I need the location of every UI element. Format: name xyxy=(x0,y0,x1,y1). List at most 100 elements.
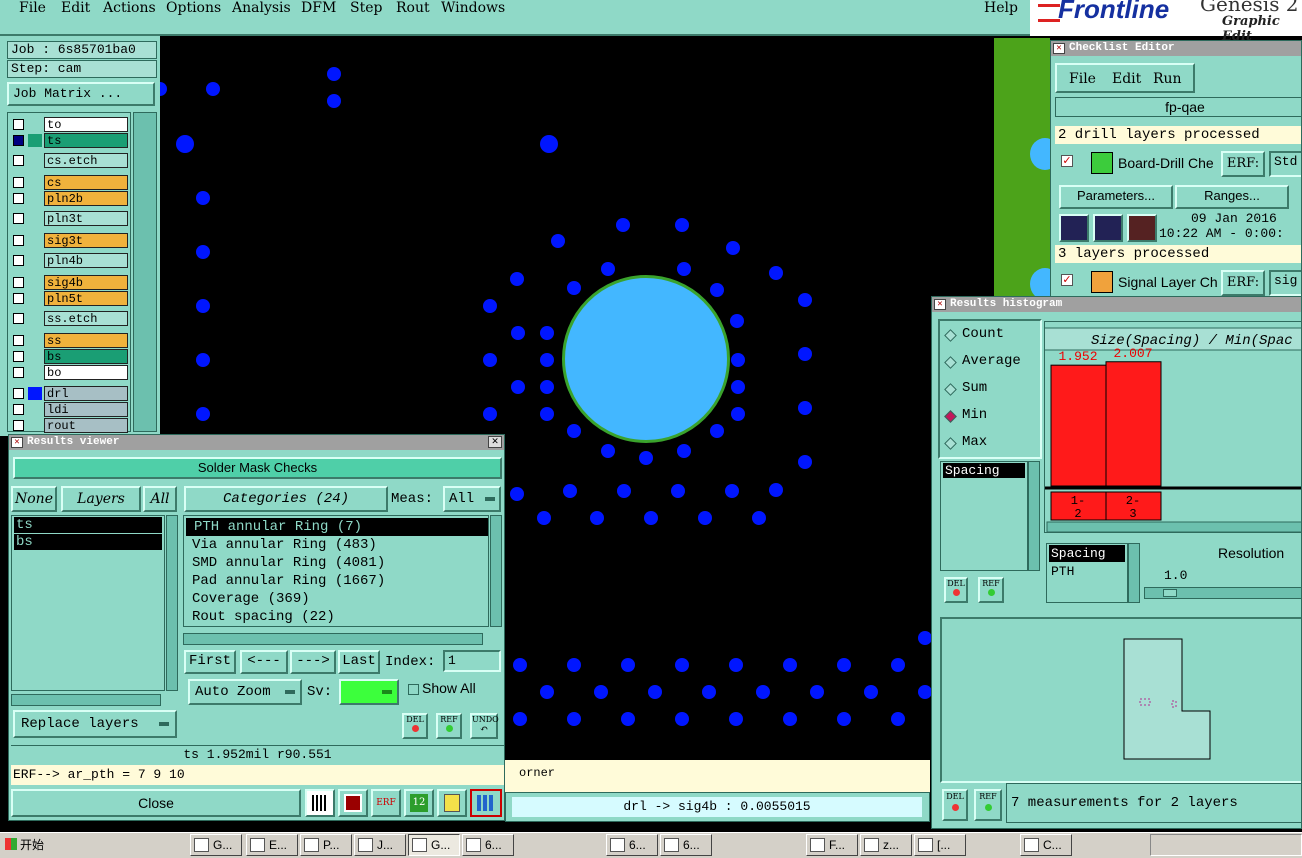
pad[interactable] xyxy=(513,658,527,672)
pad[interactable] xyxy=(731,353,745,367)
pad[interactable] xyxy=(810,685,824,699)
window-menu-icon[interactable]: ✕ xyxy=(11,437,23,448)
all-button[interactable]: All xyxy=(143,486,177,512)
layer-checkbox[interactable] xyxy=(13,235,24,246)
pad[interactable] xyxy=(513,712,527,726)
pad[interactable] xyxy=(731,380,745,394)
layer-row-ldi[interactable]: ldi xyxy=(10,402,128,417)
pad[interactable] xyxy=(731,407,745,421)
histogram-titlebar[interactable]: ✕ Results histogram xyxy=(932,297,1301,312)
pad[interactable] xyxy=(510,487,524,501)
erf-value-1[interactable]: Std xyxy=(1269,151,1301,177)
ref-button[interactable]: REF xyxy=(436,713,462,739)
pad[interactable] xyxy=(730,314,744,328)
menu-file[interactable]: File xyxy=(19,0,46,17)
menu-step[interactable]: Step xyxy=(350,0,382,17)
pad[interactable] xyxy=(675,218,689,232)
taskbar-item[interactable]: J... xyxy=(354,834,406,856)
layer-checkbox[interactable] xyxy=(13,277,24,288)
histogram-list-1-scroll[interactable] xyxy=(1028,461,1040,571)
pad[interactable] xyxy=(483,299,497,313)
close-button[interactable]: Close xyxy=(11,789,301,817)
undo-button[interactable]: UNDO ↶ xyxy=(470,713,499,739)
pad[interactable] xyxy=(196,299,210,313)
pad[interactable] xyxy=(567,658,581,672)
category-list[interactable]: PTH annular Ring (7) Via annular Ring (48… xyxy=(183,515,489,627)
stat-option-min[interactable]: Min xyxy=(944,406,1038,428)
layer-row-to[interactable]: to xyxy=(10,117,128,132)
menu-help[interactable]: Help xyxy=(984,0,1018,17)
pad[interactable] xyxy=(702,685,716,699)
category-item[interactable]: Rout spacing (22) xyxy=(184,608,488,626)
pad[interactable] xyxy=(567,712,581,726)
pth-pad[interactable] xyxy=(562,275,730,443)
pad[interactable] xyxy=(710,424,724,438)
pad[interactable] xyxy=(601,262,615,276)
layer-color-swatch[interactable] xyxy=(28,312,42,325)
prev-button[interactable]: <--- xyxy=(240,650,288,674)
pad[interactable] xyxy=(590,511,604,525)
index-input[interactable]: 1 xyxy=(443,650,501,672)
menu-edit[interactable]: Edit xyxy=(61,0,90,17)
taskbar-item[interactable]: 6... xyxy=(462,834,514,856)
pad[interactable] xyxy=(798,293,812,307)
pad[interactable] xyxy=(729,658,743,672)
taskbar-item[interactable]: F... xyxy=(806,834,858,856)
pad[interactable] xyxy=(710,283,724,297)
layer-row-drl[interactable]: drl xyxy=(10,386,128,401)
replace-layers-button[interactable]: Replace layers xyxy=(13,710,177,738)
parameters-button[interactable]: Parameters... xyxy=(1059,185,1173,209)
result-layer-item[interactable]: ts xyxy=(14,517,162,533)
layer-color-swatch[interactable] xyxy=(28,192,42,205)
pad[interactable] xyxy=(752,511,766,525)
stat-option-count[interactable]: Count xyxy=(944,325,1038,347)
last-button[interactable]: Last xyxy=(338,650,380,674)
layer-row-sig3t[interactable]: sig3t xyxy=(10,233,128,248)
check-1-name[interactable]: Board-Drill Che xyxy=(1118,155,1218,171)
layer-color-swatch[interactable] xyxy=(28,403,42,416)
category-item[interactable]: Via annular Ring (483) xyxy=(184,536,488,554)
next-button[interactable]: ---> xyxy=(290,650,336,674)
layer-checkbox[interactable] xyxy=(13,193,24,204)
notes-icon[interactable] xyxy=(437,789,467,817)
layer-row-pln2b[interactable]: pln2b xyxy=(10,191,128,206)
layer-row-pln3t[interactable]: pln3t xyxy=(10,211,128,226)
mini-map[interactable] xyxy=(940,617,1301,783)
taskbar-item[interactable]: P... xyxy=(300,834,352,856)
layer-color-swatch[interactable] xyxy=(28,419,42,432)
layer-row-rout[interactable]: rout xyxy=(10,418,128,433)
category-item[interactable]: PTH annular Ring (7) xyxy=(186,518,488,536)
pad[interactable] xyxy=(864,685,878,699)
pad[interactable] xyxy=(483,407,497,421)
pad[interactable] xyxy=(540,353,554,367)
run-check-icon-2[interactable] xyxy=(1093,214,1123,242)
pad[interactable] xyxy=(918,631,932,645)
stat-option-max[interactable]: Max xyxy=(944,433,1038,455)
checklist-titlebar[interactable]: ✕ Checklist Editor xyxy=(1051,41,1301,56)
layer-row-cs[interactable]: cs xyxy=(10,175,128,190)
pad[interactable] xyxy=(698,511,712,525)
pad[interactable] xyxy=(601,444,615,458)
histogram-icon[interactable] xyxy=(470,789,502,817)
layer-row-cs-etch[interactable]: cs.etch xyxy=(10,153,128,168)
pad[interactable] xyxy=(567,424,581,438)
histogram-list-1[interactable]: Spacing xyxy=(940,461,1028,571)
layer-color-swatch[interactable] xyxy=(28,350,42,363)
pad[interactable] xyxy=(644,511,658,525)
layer-color-swatch[interactable] xyxy=(28,176,42,189)
menu-windows[interactable]: Windows xyxy=(441,0,505,17)
layer-row-pln4b[interactable]: pln4b xyxy=(10,253,128,268)
measure-list-item[interactable]: PTH xyxy=(1049,563,1125,580)
window-menu-icon[interactable]: ✕ xyxy=(934,299,946,310)
pad[interactable] xyxy=(783,658,797,672)
pad[interactable] xyxy=(196,245,210,259)
layer-color-swatch[interactable] xyxy=(28,366,42,379)
menu-rout[interactable]: Rout xyxy=(396,0,430,17)
first-button[interactable]: First xyxy=(184,650,236,674)
pad[interactable] xyxy=(677,262,691,276)
solder-mask-checks-header[interactable]: Solder Mask Checks xyxy=(13,457,502,479)
layer-row-pln5t[interactable]: pln5t xyxy=(10,291,128,306)
map-del-button[interactable]: DEL xyxy=(942,789,968,821)
pad[interactable] xyxy=(648,685,662,699)
categories-button[interactable]: Categories (24) xyxy=(184,486,388,512)
